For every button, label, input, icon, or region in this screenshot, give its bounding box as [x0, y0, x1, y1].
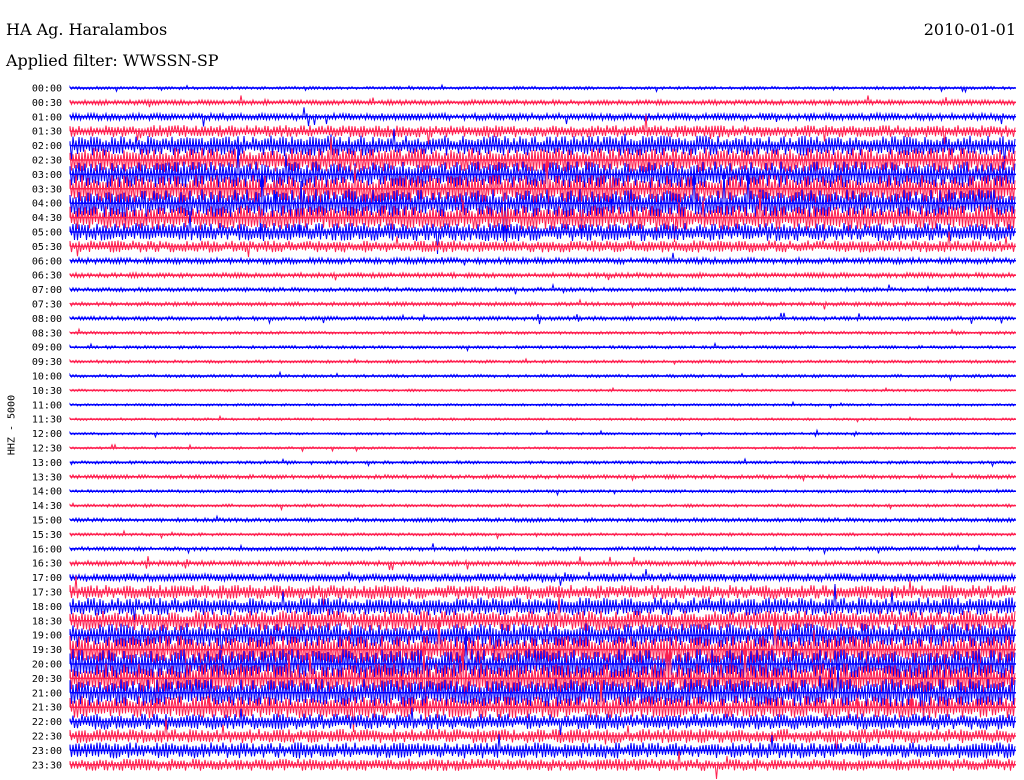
time-tick-label: 14:00: [32, 487, 62, 498]
trace-row: [69, 252, 1016, 266]
time-tick-label: 17:30: [32, 588, 62, 599]
time-tick-label: 09:30: [32, 357, 62, 368]
time-tick-label: 04:30: [32, 213, 62, 224]
time-tick-label: 06:30: [32, 271, 62, 282]
time-tick-label: 13:00: [32, 458, 62, 469]
time-tick-label: 22:30: [32, 732, 62, 743]
time-tick-label: 00:00: [32, 84, 62, 95]
trace-row: [69, 514, 1016, 524]
time-tick-label: 20:30: [32, 674, 62, 685]
time-tick-label: 21:30: [32, 703, 62, 714]
time-tick-label: 01:00: [32, 112, 62, 123]
time-tick-label: 02:00: [32, 141, 62, 152]
time-tick-label: 05:30: [32, 242, 62, 253]
time-tick-label: 16:00: [32, 544, 62, 555]
time-tick-label: 16:30: [32, 559, 62, 570]
time-tick-label: 20:00: [32, 660, 62, 671]
time-tick-label: 05:00: [32, 228, 62, 239]
time-tick-label: 06:00: [32, 256, 62, 267]
time-tick-label: 09:00: [32, 343, 62, 354]
time-tick-label: 15:30: [32, 530, 62, 541]
time-tick-label: 00:30: [32, 98, 62, 109]
trace-group: [69, 83, 1016, 780]
time-tick-label: 23:00: [32, 746, 62, 757]
time-tick-label: 22:00: [32, 717, 62, 728]
time-tick-label: 15:00: [32, 516, 62, 527]
time-tick-label: 03:30: [32, 184, 62, 195]
time-tick-label: 14:30: [32, 501, 62, 512]
time-tick-label: 10:00: [32, 372, 62, 383]
time-tick-label: 11:00: [32, 400, 62, 411]
time-tick-label: 08:30: [32, 328, 62, 339]
time-tick-label: 17:00: [32, 573, 62, 584]
time-tick-label: 12:30: [32, 444, 62, 455]
time-tick-label: 23:30: [32, 760, 62, 771]
time-tick-label: 11:30: [32, 415, 62, 426]
time-tick-label: 08:00: [32, 314, 62, 325]
time-tick-label: 19:00: [32, 631, 62, 642]
time-tick-label: 13:30: [32, 472, 62, 483]
time-tick-label: 10:30: [32, 386, 62, 397]
time-tick-label: 18:30: [32, 616, 62, 627]
time-tick-label: 02:30: [32, 156, 62, 167]
time-tick-label: 21:00: [32, 688, 62, 699]
time-tick-label: 03:00: [32, 170, 62, 181]
trace-row: [69, 502, 1016, 512]
time-tick-label: 19:30: [32, 645, 62, 656]
time-tick-label: 01:30: [32, 127, 62, 138]
trace-row: [69, 488, 1016, 497]
helicorder-plot: 00:00 00:30 01:00 01:30 02:00 02:30 03:00 03:30…: [32, 83, 1016, 780]
time-tick-label: 12:00: [32, 429, 62, 440]
trace-row: [69, 270, 1016, 281]
time-tick-label: 07:30: [32, 300, 62, 311]
time-tick-label: 07:00: [32, 285, 62, 296]
trace-row: [69, 95, 1016, 108]
time-tick-label: 18:00: [32, 602, 62, 613]
time-tick-label: 04:00: [32, 199, 62, 210]
tick-label-group: 00:00 00:30 01:00 01:30 02:00 02:30 03:00 03:30…: [32, 84, 62, 772]
